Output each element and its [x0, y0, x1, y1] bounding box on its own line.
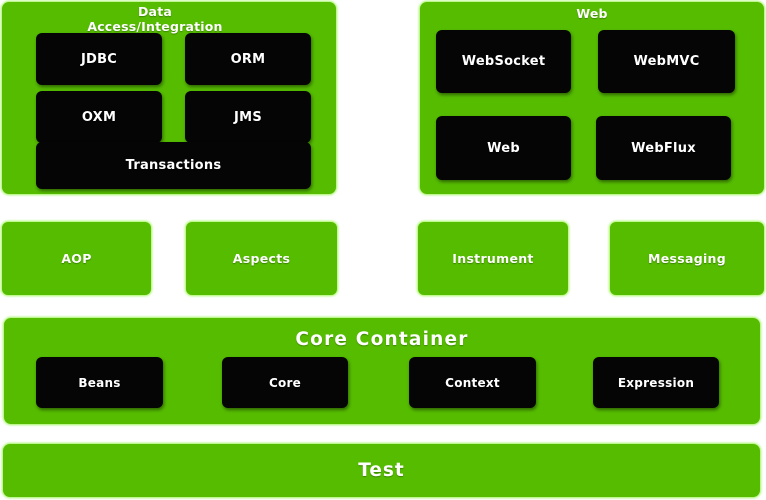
module-aspects-label: Aspects: [232, 251, 291, 266]
module-aspects[interactable]: Aspects: [186, 222, 337, 295]
module-expression[interactable]: Expression: [593, 357, 719, 408]
module-messaging-label: Messaging: [647, 251, 726, 266]
module-orm[interactable]: ORM: [185, 33, 311, 85]
module-context[interactable]: Context: [409, 357, 536, 408]
module-websocket-label: WebSocket: [461, 54, 546, 69]
module-aop-label: AOP: [61, 251, 92, 266]
web-panel-title: Web: [576, 6, 608, 21]
data-access-panel-title: Data Access/Integration: [2, 4, 336, 35]
module-context-label: Context: [445, 375, 500, 390]
module-transactions-label: Transactions: [125, 158, 222, 173]
module-jdbc-label: JDBC: [80, 51, 118, 67]
module-websocket[interactable]: WebSocket: [436, 30, 571, 93]
module-core[interactable]: Core: [222, 357, 348, 408]
module-orm-label: ORM: [230, 51, 266, 67]
module-web[interactable]: Web: [436, 116, 571, 180]
test-layer-panel[interactable]: Test: [3, 444, 760, 497]
module-instrument-label: Instrument: [452, 251, 534, 266]
module-webmvc[interactable]: WebMVC: [598, 30, 735, 93]
module-jdbc[interactable]: JDBC: [36, 33, 162, 85]
module-transactions[interactable]: Transactions: [36, 142, 311, 189]
data-access-title-line2: Access/Integration: [87, 18, 223, 34]
module-webflux-label: WebFlux: [631, 140, 696, 156]
module-webflux[interactable]: WebFlux: [596, 116, 731, 180]
test-layer-label: Test: [358, 460, 405, 481]
module-oxm-label: OXM: [81, 109, 117, 125]
module-expression-label: Expression: [617, 375, 695, 390]
module-beans-label: Beans: [78, 375, 121, 390]
module-core-label: Core: [268, 375, 302, 390]
module-webmvc-label: WebMVC: [633, 54, 700, 69]
module-messaging[interactable]: Messaging: [610, 222, 764, 295]
module-aop[interactable]: AOP: [2, 222, 151, 295]
module-oxm[interactable]: OXM: [36, 91, 162, 143]
module-web-label: Web: [487, 140, 520, 156]
module-jms-label: JMS: [234, 109, 262, 125]
spring-architecture-diagram: Data Access/Integration JDBC ORM OXM JMS…: [0, 0, 766, 500]
data-access-title-line1: Data: [137, 4, 173, 19]
module-instrument[interactable]: Instrument: [418, 222, 568, 295]
core-container-title: Core Container: [295, 329, 469, 350]
module-jms[interactable]: JMS: [185, 91, 311, 143]
module-beans[interactable]: Beans: [36, 357, 163, 408]
